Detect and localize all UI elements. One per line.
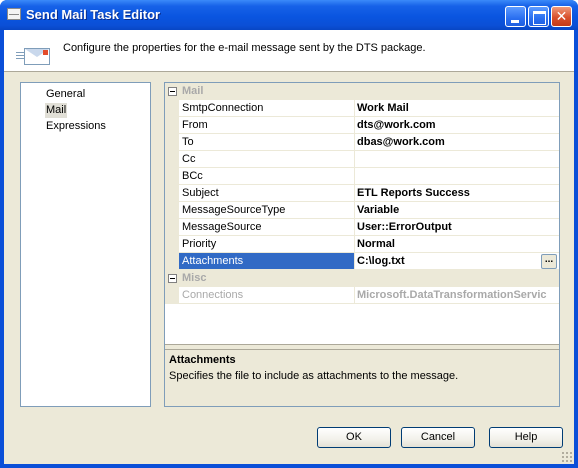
property-value[interactable]: Variable (355, 202, 559, 219)
property-row[interactable]: Priority Normal (165, 236, 559, 253)
property-name: BCc (179, 168, 355, 185)
property-row[interactable]: SmtpConnection Work Mail (165, 100, 559, 117)
property-value[interactable]: dts@work.com (355, 117, 559, 134)
property-name: Subject (179, 185, 355, 202)
category-label: Mail (182, 85, 204, 97)
ok-button[interactable]: OK (317, 427, 391, 448)
property-name: From (179, 117, 355, 134)
property-value[interactable]: Normal (355, 236, 559, 253)
property-name: SmtpConnection (179, 100, 355, 117)
mail-icon (24, 48, 50, 65)
property-name: Cc (179, 151, 355, 168)
property-name: MessageSource (179, 219, 355, 236)
property-value[interactable]: User::ErrorOutput (355, 219, 559, 236)
category-mail[interactable]: Mail (165, 83, 559, 100)
dialog-window: Send Mail Task Editor ✕ Configure the pr… (0, 0, 578, 468)
resize-grip-icon[interactable] (561, 451, 572, 462)
property-value[interactable]: C:\log.txt (355, 253, 559, 270)
nav-item-mail[interactable]: Mail (45, 103, 68, 118)
property-name: Attachments (179, 253, 355, 270)
property-row[interactable]: To dbas@work.com (165, 134, 559, 151)
property-row[interactable]: Cc (165, 151, 559, 168)
property-value[interactable] (355, 151, 559, 168)
maximize-button[interactable] (528, 6, 549, 27)
property-row[interactable]: Connections Microsoft.DataTransformation… (165, 287, 559, 304)
property-help-pane: Attachments Specifies the file to includ… (165, 349, 559, 406)
cancel-button[interactable]: Cancel (401, 427, 475, 448)
minimize-button[interactable] (505, 6, 526, 27)
property-value: Microsoft.DataTransformationServic (355, 287, 559, 304)
help-title: Attachments (169, 354, 236, 366)
header-description: Configure the properties for the e-mail … (63, 42, 426, 54)
category-misc[interactable]: Misc (165, 270, 559, 287)
nav-item-expressions[interactable]: Expressions (45, 119, 107, 134)
property-name: Connections (179, 287, 355, 304)
property-row[interactable]: MessageSourceType Variable (165, 202, 559, 219)
property-name: MessageSourceType (179, 202, 355, 219)
nav-item-general[interactable]: General (45, 87, 86, 102)
collapse-icon[interactable] (168, 274, 177, 283)
category-label: Misc (182, 272, 207, 284)
property-row-selected[interactable]: Attachments C:\log.txt ... (165, 253, 559, 270)
property-value[interactable] (355, 168, 559, 185)
property-value[interactable]: ETL Reports Success (355, 185, 559, 202)
page-list: General Mail Expressions (20, 82, 151, 407)
property-row[interactable]: Subject ETL Reports Success (165, 185, 559, 202)
window-title: Send Mail Task Editor (26, 7, 161, 22)
property-grid-panel: Mail SmtpConnection Work Mail From dts@w… (164, 82, 560, 407)
dialog-body: Configure the properties for the e-mail … (4, 30, 574, 464)
property-row[interactable]: BCc (165, 168, 559, 185)
property-value[interactable]: Work Mail (355, 100, 559, 117)
window-icon (7, 8, 21, 20)
property-name: Priority (179, 236, 355, 253)
close-button[interactable]: ✕ (551, 6, 572, 27)
property-grid: Mail SmtpConnection Work Mail From dts@w… (165, 83, 559, 345)
title-bar[interactable]: Send Mail Task Editor ✕ (0, 0, 578, 30)
help-button[interactable]: Help (489, 427, 563, 448)
property-name: To (179, 134, 355, 151)
property-row[interactable]: MessageSource User::ErrorOutput (165, 219, 559, 236)
mail-lines-icon (16, 52, 24, 61)
collapse-icon[interactable] (168, 87, 177, 96)
browse-button[interactable]: ... (541, 254, 557, 269)
property-value[interactable]: dbas@work.com (355, 134, 559, 151)
property-row[interactable]: From dts@work.com (165, 117, 559, 134)
help-description: Specifies the file to include as attachm… (169, 370, 459, 382)
header-band: Configure the properties for the e-mail … (4, 30, 574, 72)
